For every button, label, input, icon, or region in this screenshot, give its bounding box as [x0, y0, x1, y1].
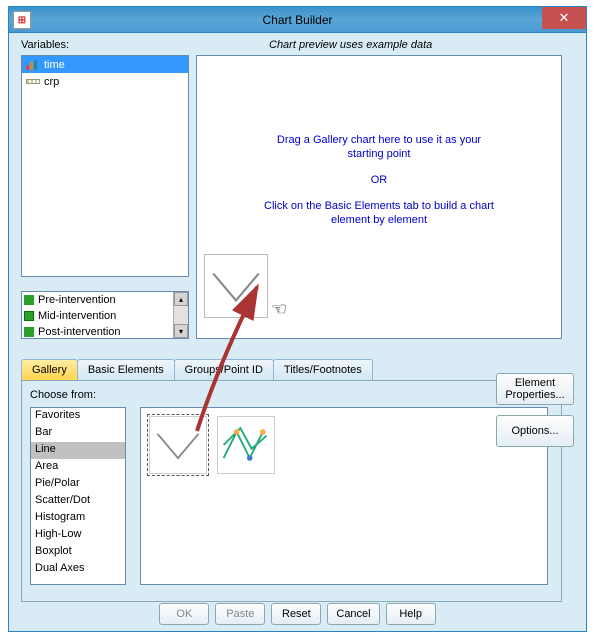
chart-type-item[interactable]: Area — [31, 459, 125, 476]
gallery-panel: Choose from: Favorites Bar Line Area Pie… — [21, 380, 562, 602]
canvas-hint-line3: Click on the Basic Elements tab to build… — [197, 200, 561, 212]
chart-type-item[interactable]: Scatter/Dot — [31, 493, 125, 510]
cancel-button[interactable]: Cancel — [327, 603, 379, 625]
categories-list[interactable]: Pre-intervention Mid-intervention Post-i… — [21, 291, 189, 339]
variable-row-time[interactable]: time — [22, 56, 188, 73]
chart-type-item[interactable]: Dual Axes — [31, 561, 125, 578]
element-properties-button[interactable]: Element Properties... — [496, 373, 574, 405]
tab-basic-elements[interactable]: Basic Elements — [77, 359, 175, 381]
scroll-down-button[interactable]: ▾ — [174, 324, 188, 338]
line-chart-simple-thumb[interactable] — [149, 416, 207, 474]
gallery-thumbnails — [140, 407, 548, 585]
chart-type-item[interactable]: Boxplot — [31, 544, 125, 561]
chart-type-item[interactable]: Bar — [31, 425, 125, 442]
category-row[interactable]: Post-intervention — [22, 324, 173, 338]
categories-scrollbar[interactable]: ▴ ▾ — [173, 292, 188, 338]
ok-button[interactable]: OK — [159, 603, 209, 625]
category-row[interactable]: Pre-intervention — [22, 292, 173, 308]
help-button[interactable]: Help — [386, 603, 436, 625]
color-swatch-icon — [24, 327, 34, 337]
tab-groups-point-id[interactable]: Groups/Point ID — [174, 359, 274, 381]
chart-type-item[interactable]: Favorites — [31, 408, 125, 425]
window-title: Chart Builder — [262, 13, 332, 27]
canvas-hint-line1: Drag a Gallery chart here to use it as y… — [197, 134, 561, 146]
line-chart-multi-thumb[interactable] — [217, 416, 275, 474]
scrollbar-track[interactable] — [174, 306, 188, 324]
bar-chart-icon — [26, 60, 40, 70]
canvas-hint-or: OR — [197, 174, 561, 186]
variables-list[interactable]: time crp — [21, 55, 189, 277]
dragged-chart-thumbnail[interactable] — [204, 254, 268, 318]
reset-button[interactable]: Reset — [271, 603, 321, 625]
paste-button[interactable]: Paste — [215, 603, 265, 625]
titlebar[interactable]: ⊞ Chart Builder ✕ — [9, 7, 586, 33]
variable-name: time — [44, 59, 65, 71]
color-swatch-icon — [24, 295, 34, 305]
canvas-hint-line4: element by element — [197, 214, 561, 226]
options-button[interactable]: Options... — [496, 415, 574, 447]
tabs: Gallery Basic Elements Groups/Point ID T… — [21, 359, 372, 381]
canvas-hint-line2: starting point — [197, 148, 561, 160]
chart-type-item[interactable]: Histogram — [31, 510, 125, 527]
chart-builder-window: ⊞ Chart Builder ✕ Variables: Chart previ… — [8, 6, 587, 632]
tab-titles-footnotes[interactable]: Titles/Footnotes — [273, 359, 373, 381]
chart-type-item[interactable]: Pie/Polar — [31, 476, 125, 493]
variable-name: crp — [44, 76, 59, 88]
preview-label: Chart preview uses example data — [269, 39, 432, 51]
scroll-up-button[interactable]: ▴ — [174, 292, 188, 306]
chart-type-list[interactable]: Favorites Bar Line Area Pie/Polar Scatte… — [30, 407, 126, 585]
variables-label: Variables: — [21, 39, 69, 51]
category-row[interactable]: Mid-intervention — [22, 308, 173, 324]
app-icon: ⊞ — [13, 11, 31, 29]
close-button[interactable]: ✕ — [542, 7, 586, 29]
chart-type-item-line[interactable]: Line — [31, 442, 125, 459]
tab-gallery[interactable]: Gallery — [21, 359, 78, 381]
chart-type-item[interactable]: High-Low — [31, 527, 125, 544]
cursor-icon: ☜ — [271, 299, 287, 320]
dialog-buttons: OK Paste Reset Cancel Help — [9, 603, 586, 625]
choose-from-label: Choose from: — [30, 389, 96, 401]
variable-row-crp[interactable]: crp — [22, 73, 188, 90]
ruler-icon — [26, 79, 40, 84]
color-swatch-icon — [24, 311, 34, 321]
